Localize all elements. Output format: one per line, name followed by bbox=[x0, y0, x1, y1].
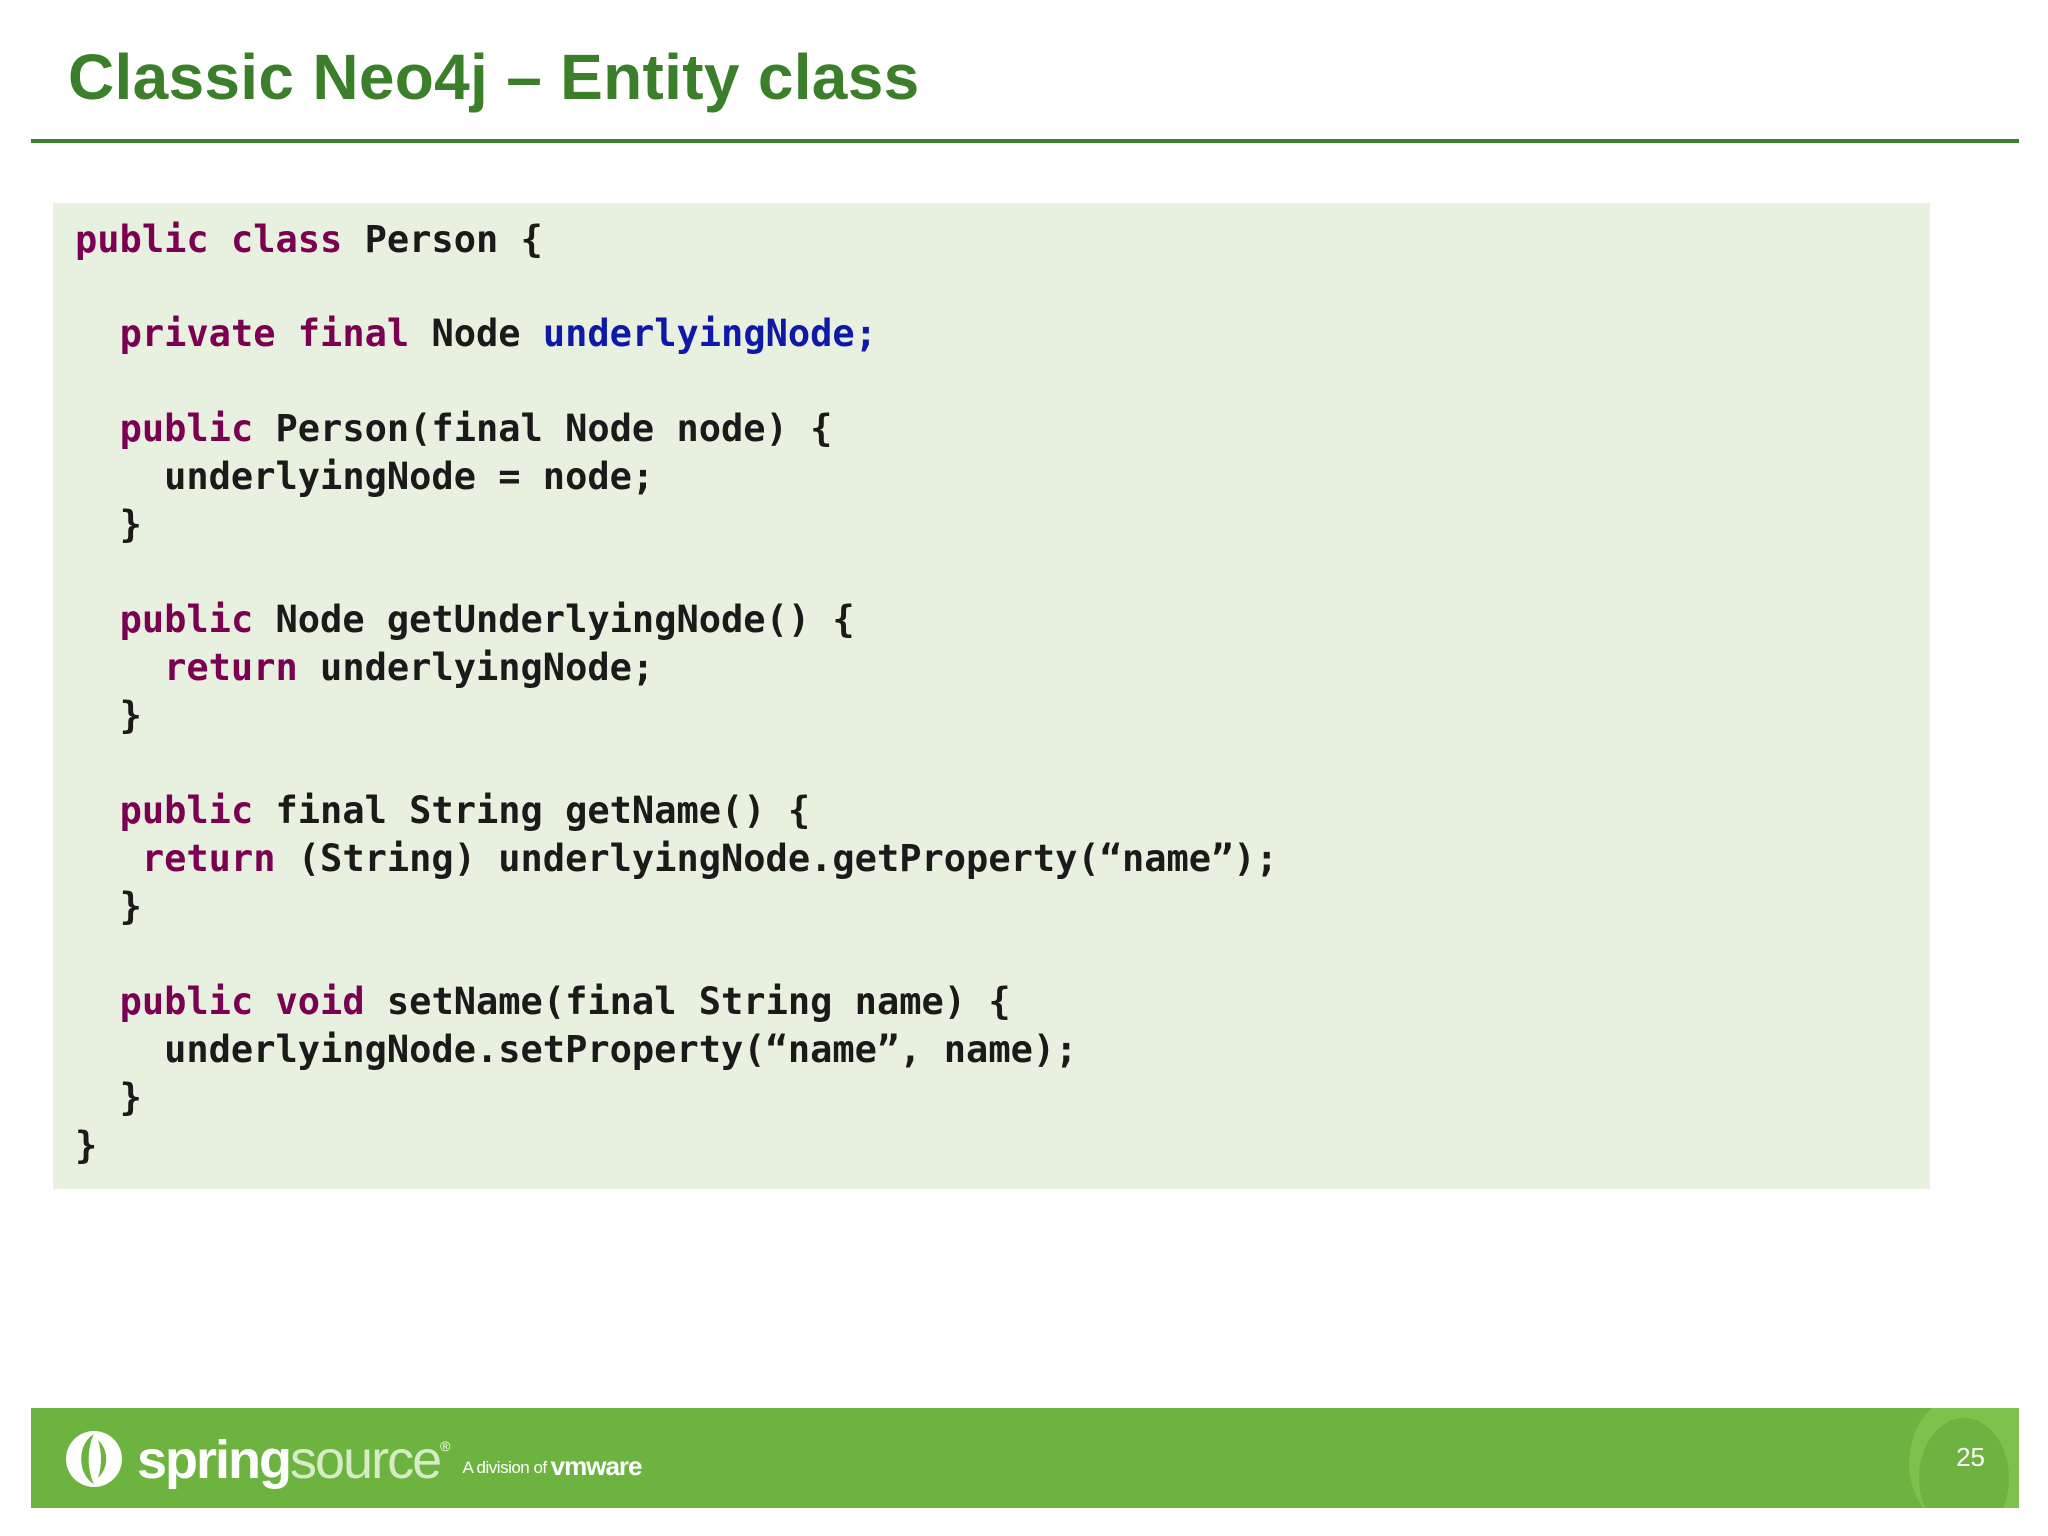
code-type: Node bbox=[431, 312, 521, 355]
code-text: underlyingNode = node; bbox=[164, 455, 655, 498]
page-number: 25 bbox=[1956, 1442, 1985, 1472]
brand-source: source bbox=[290, 1430, 442, 1490]
code-line: public final String getName() { bbox=[75, 787, 811, 835]
code-text: Person(final Node node) { bbox=[275, 407, 833, 450]
code-line: } bbox=[75, 883, 142, 931]
code-text: } bbox=[75, 1124, 98, 1167]
code-keyword: void bbox=[275, 980, 365, 1023]
code-text: } bbox=[119, 885, 142, 928]
code-block: public class Person { private final Node… bbox=[53, 203, 1930, 1189]
code-keyword: return bbox=[164, 646, 298, 689]
code-line: } bbox=[75, 1122, 97, 1170]
code-keyword: public bbox=[119, 789, 254, 832]
code-keyword: public bbox=[75, 218, 209, 261]
code-text: } bbox=[119, 503, 142, 546]
code-line: public Node getUnderlyingNode() { bbox=[75, 596, 855, 644]
code-keyword: private bbox=[119, 312, 276, 355]
code-keyword: class bbox=[230, 218, 343, 261]
code-text: Node getUnderlyingNode() { bbox=[275, 598, 855, 641]
code-text: underlyingNode.setProperty(“name”, name)… bbox=[164, 1028, 1078, 1071]
code-keyword: final bbox=[297, 312, 410, 355]
vmware-logo: vmware bbox=[550, 1451, 643, 1481]
code-text: Person { bbox=[364, 218, 543, 261]
code-line: } bbox=[75, 1074, 142, 1122]
code-line: } bbox=[75, 692, 142, 740]
trademark-symbol: ® bbox=[440, 1438, 451, 1454]
code-text: (String) underlyingNode.getProperty(“nam… bbox=[297, 837, 1278, 880]
code-line: underlyingNode.setProperty(“name”, name)… bbox=[75, 1026, 1077, 1074]
division-text: A division of bbox=[462, 1458, 547, 1477]
code-text: setName(final String name) { bbox=[386, 980, 1011, 1023]
code-text: final String getName() { bbox=[275, 789, 811, 832]
slide-title: Classic Neo4j – Entity class bbox=[68, 41, 920, 113]
code-field: underlyingNode; bbox=[542, 312, 877, 355]
code-line: public void setName(final String name) { bbox=[75, 978, 1011, 1026]
code-keyword: return bbox=[141, 837, 276, 880]
code-line: public class Person { bbox=[75, 216, 543, 264]
code-line: return (String) underlyingNode.getProper… bbox=[75, 835, 1278, 883]
code-line: underlyingNode = node; bbox=[75, 453, 654, 501]
code-line: } bbox=[75, 501, 142, 549]
code-keyword: public bbox=[119, 407, 254, 450]
code-text: } bbox=[119, 1076, 142, 1119]
footer-bar: spring source ® A division of vmware 25 bbox=[31, 1408, 2019, 1508]
code-text: underlyingNode; bbox=[320, 646, 655, 689]
code-keyword: public bbox=[119, 980, 254, 1023]
title-divider bbox=[31, 139, 2019, 143]
code-line: return underlyingNode; bbox=[75, 644, 654, 692]
code-line: public Person(final Node node) { bbox=[75, 405, 833, 453]
code-keyword: public bbox=[119, 598, 254, 641]
brand-spring: spring bbox=[137, 1430, 292, 1490]
code-line: private final Node underlyingNode; bbox=[75, 310, 877, 358]
code-text: } bbox=[119, 694, 142, 737]
springsource-leaf-icon bbox=[66, 1431, 122, 1487]
springsource-logo: spring source ® A division of vmware bbox=[65, 1428, 643, 1490]
